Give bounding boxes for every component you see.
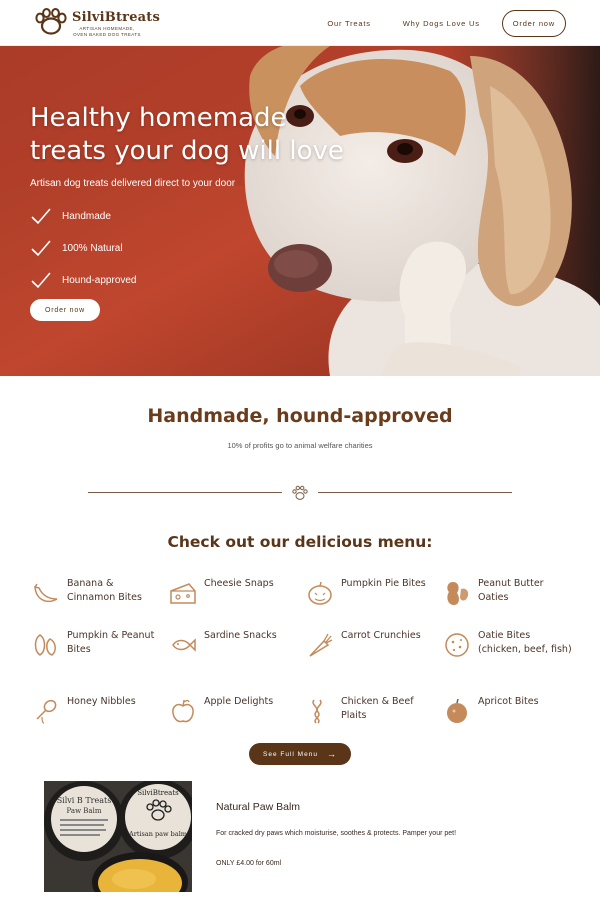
hero-feature-label: 100% Natural bbox=[62, 242, 123, 254]
cheese-icon bbox=[170, 583, 196, 604]
peanut-icon bbox=[447, 582, 469, 605]
brand-name: SilviBtreats bbox=[72, 10, 161, 25]
pumpkin-icon bbox=[308, 581, 332, 605]
header-order-button[interactable]: Order now bbox=[501, 10, 566, 37]
see-full-menu-label: See Full Menu bbox=[263, 750, 318, 758]
menu-item[interactable]: Apple Delights bbox=[169, 695, 301, 725]
menu-item-label: Cheesie Snaps bbox=[204, 578, 274, 589]
section-title: Handmade, hound-approved bbox=[147, 405, 453, 427]
hero-subtitle: Artisan dog treats delivered direct to y… bbox=[30, 178, 236, 189]
hero-feature-list: Handmade 100% Natural Hound-approved bbox=[30, 200, 137, 296]
paw-logo-icon bbox=[35, 8, 67, 35]
divider-line bbox=[88, 492, 282, 493]
product-price: ONLY £4.00 for 60ml bbox=[216, 860, 282, 867]
menu-item[interactable]: Pumpkin Pie Bites bbox=[306, 577, 438, 607]
main-nav: Our Treats Why Dogs Love Us Order now bbox=[295, 10, 566, 37]
menu-item-label: Pumpkin & Peanut Bites bbox=[67, 630, 155, 655]
hero-feature-label: Hound-approved bbox=[62, 274, 137, 286]
menu-item[interactable]: Pumpkin & Peanut Bites bbox=[32, 629, 164, 659]
menu-item-label: Oatie Bites (chicken, beef, fish) bbox=[478, 630, 572, 655]
image-text: Silvi B Treats bbox=[57, 796, 112, 805]
menu-item-label: Apple Delights bbox=[204, 696, 274, 707]
hero-title: Healthy homemade treats your dog will lo… bbox=[30, 103, 344, 166]
menu-item[interactable]: Carrot Crunchies bbox=[306, 629, 438, 659]
menu-item-label: Chicken & Beef Plaits bbox=[341, 696, 414, 721]
nav-link-why-dogs-love-us[interactable]: Why Dogs Love Us bbox=[403, 19, 480, 28]
paw-icon bbox=[292, 485, 308, 500]
brand-tagline: ARTISAN HOMEMADE, OVEN BAKED DOG TREATS bbox=[73, 26, 141, 37]
menu-item-label: Banana & Cinnamon Bites bbox=[67, 578, 142, 603]
divider-line bbox=[318, 492, 512, 493]
checkmark-icon bbox=[31, 240, 51, 257]
carrot-icon bbox=[309, 633, 333, 657]
menu-item-label: Apricot Bites bbox=[478, 696, 539, 707]
apple-icon bbox=[172, 699, 194, 723]
menu-item[interactable]: Honey Nibbles bbox=[32, 695, 164, 725]
product-title: Natural Paw Balm bbox=[216, 801, 301, 813]
menu-item[interactable]: Banana & Cinnamon Bites bbox=[32, 577, 164, 607]
menu-item[interactable]: Chicken & Beef Plaits bbox=[306, 695, 438, 725]
menu-item-label: Pumpkin Pie Bites bbox=[341, 578, 426, 589]
checkmark-icon bbox=[31, 272, 51, 289]
image-text: Paw Balm bbox=[67, 807, 102, 815]
apricot-icon bbox=[447, 698, 467, 723]
cookie-icon bbox=[445, 633, 469, 657]
product-description: For cracked dry paws which moisturise, s… bbox=[216, 830, 457, 837]
menu-item[interactable]: Peanut Butter Oaties bbox=[443, 577, 575, 607]
honey-dipper-icon bbox=[36, 699, 57, 724]
hero-banner: Healthy homemade treats your dog will lo… bbox=[0, 46, 600, 376]
arrow-right-icon: → bbox=[326, 749, 337, 759]
section-divider bbox=[88, 484, 512, 502]
banana-icon bbox=[34, 583, 58, 603]
menu-item[interactable]: Apricot Bites bbox=[443, 695, 575, 725]
logo[interactable]: SilviBtreats ARTISAN HOMEMADE, OVEN BAKE… bbox=[34, 8, 160, 37]
menu-item-label: Peanut Butter Oaties bbox=[478, 578, 544, 603]
menu-item[interactable]: Sardine Snacks bbox=[169, 629, 301, 659]
hero-feature-item: Hound-approved bbox=[30, 264, 137, 296]
paw-balm-photo: Silvi B Treats Paw Balm SilviBtreats Art… bbox=[44, 781, 192, 892]
image-text: SilviBtreats bbox=[137, 789, 179, 797]
menu-item[interactable]: Oatie Bites (chicken, beef, fish) bbox=[443, 629, 575, 659]
plait-icon bbox=[312, 699, 322, 724]
hero-feature-item: 100% Natural bbox=[30, 232, 137, 264]
menu-title: Check out our delicious menu: bbox=[167, 533, 433, 551]
menu-item-label: Honey Nibbles bbox=[67, 696, 136, 707]
hero-feature-label: Handmade bbox=[62, 210, 111, 222]
image-text: Artisan paw balm bbox=[128, 830, 187, 838]
site-header: SilviBtreats ARTISAN HOMEMADE, OVEN BAKE… bbox=[0, 0, 600, 46]
hero-order-button[interactable]: Order now bbox=[30, 299, 100, 321]
nav-link-our-treats[interactable]: Our Treats bbox=[327, 19, 370, 28]
hero-feature-item: Handmade bbox=[30, 200, 137, 232]
menu-item-label: Carrot Crunchies bbox=[341, 630, 421, 641]
checkmark-icon bbox=[31, 208, 51, 225]
menu-item[interactable]: Cheesie Snaps bbox=[169, 577, 301, 607]
charity-note: 10% of profits go to animal welfare char… bbox=[227, 441, 373, 450]
menu-item-label: Sardine Snacks bbox=[204, 630, 277, 641]
fish-icon bbox=[172, 638, 196, 652]
seeds-icon bbox=[34, 634, 56, 656]
see-full-menu-button[interactable]: See Full Menu → bbox=[249, 743, 351, 765]
